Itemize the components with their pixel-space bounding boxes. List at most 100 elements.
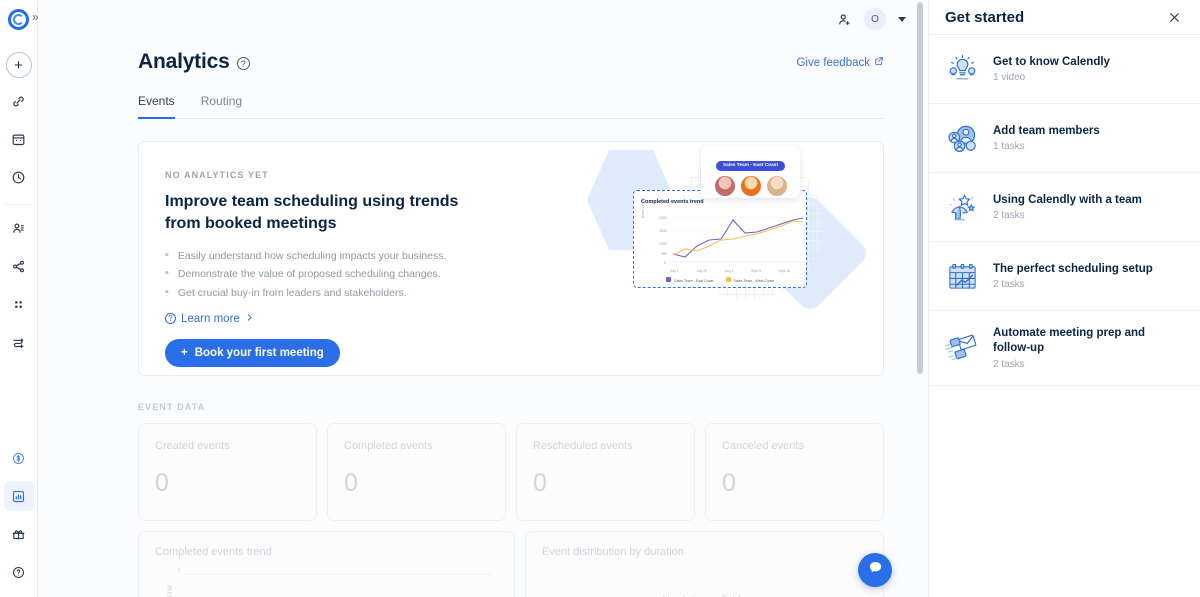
- page-title: Analytics: [138, 50, 230, 73]
- bar-chart-icon: [11, 489, 26, 504]
- x-tick: Aug 1: [724, 269, 734, 273]
- tab-events[interactable]: Events: [138, 94, 175, 119]
- event-distribution-card: Event distribution by duration No data a…: [525, 531, 884, 597]
- chat-bubble-button[interactable]: [858, 553, 892, 587]
- empty-state-illustration: Completed events trend Event Volume 2000…: [569, 142, 883, 375]
- sidebar-item-meetings[interactable]: [4, 124, 34, 154]
- add-user-icon[interactable]: [837, 12, 852, 27]
- get-started-item-add-team-members[interactable]: Add team members 1 tasks: [929, 104, 1200, 173]
- get-started-item-text: Using Calendly with a team 2 tasks: [993, 193, 1142, 222]
- team-chip: Sales Team - East Coast: [715, 160, 786, 171]
- chevron-down-icon[interactable]: [898, 16, 906, 22]
- people-icon: [11, 221, 26, 236]
- give-feedback-link[interactable]: Give feedback: [796, 56, 884, 69]
- benefit-text: Demonstrate the value of proposed schedu…: [177, 268, 441, 281]
- svg-text:500: 500: [661, 252, 667, 256]
- lightbulb-icon: [945, 53, 980, 86]
- give-feedback-label: Give feedback: [796, 56, 870, 69]
- stat-label: Canceled events: [722, 440, 804, 452]
- get-started-item-text: Get to know Calendly 1 video: [993, 55, 1110, 84]
- learn-more-link[interactable]: ? Learn more: [165, 313, 569, 325]
- sidebar-item-billing[interactable]: [4, 443, 34, 473]
- get-started-panel: Get started Get to know Calendly 1 video…: [928, 0, 1200, 597]
- empty-state-title: Improve team scheduling using trends fro…: [165, 193, 459, 233]
- sidebar-item-routing[interactable]: [4, 251, 34, 281]
- sidebar-item-integrations[interactable]: [4, 289, 34, 319]
- left-nav-rail: » +: [0, 0, 39, 597]
- stat-card-rescheduled-events: Rescheduled events 0: [516, 423, 695, 521]
- benefit-text: Get crucial buy-in from leaders and stak…: [177, 286, 407, 299]
- x-tick: Sept 6: [751, 269, 761, 273]
- legend-entry: Sales Team - East Coast: [666, 277, 714, 283]
- bullet-icon: ▪: [165, 267, 169, 280]
- close-icon[interactable]: [1167, 10, 1182, 25]
- panel-title: Get started: [945, 8, 1025, 26]
- trend-chart-axes: 1 Event Volume: [155, 568, 514, 597]
- illustration-chart-plot: Event Volume 2000 1500 1000 500 0: [641, 197, 805, 268]
- sidebar-item-help[interactable]: [4, 557, 34, 587]
- create-button[interactable]: +: [5, 52, 32, 78]
- item-title: Get to know Calendly: [993, 55, 1110, 68]
- get-started-item-text: Automate meeting prep and follow-up 2 ta…: [993, 326, 1184, 370]
- panel-header: Get started: [929, 0, 1200, 35]
- avatar: [765, 175, 788, 197]
- stat-value: 0: [344, 469, 358, 497]
- svg-text:2000: 2000: [659, 216, 667, 220]
- item-title: Add team members: [993, 124, 1100, 137]
- main-scrollbar[interactable]: [917, 2, 923, 374]
- get-started-item-automate-meeting-prep[interactable]: Automate meeting prep and follow-up 2 ta…: [929, 311, 1200, 386]
- gridline: [185, 574, 492, 575]
- item-subtitle: 2 tasks: [993, 279, 1025, 291]
- item-subtitle: 1 video: [993, 72, 1026, 84]
- expand-sidebar-button[interactable]: »: [32, 11, 39, 23]
- external-link-icon: [874, 56, 884, 69]
- sidebar-item-availability[interactable]: [4, 162, 34, 192]
- tab-routing[interactable]: Routing: [201, 94, 242, 119]
- get-started-item-text: The perfect scheduling setup 2 tasks: [993, 262, 1153, 291]
- chevron-right-icon: [245, 313, 254, 325]
- y-axis-tick: 1: [177, 568, 181, 575]
- book-first-meeting-button[interactable]: + Book your first meeting: [165, 338, 340, 367]
- legend-label: Sales Team - West Coast: [733, 279, 774, 283]
- sidebar-item-workflows[interactable]: [4, 327, 34, 357]
- sidebar-item-event-types[interactable]: [4, 86, 34, 116]
- calendly-logo[interactable]: [7, 8, 31, 32]
- question-mark-icon[interactable]: ?: [236, 57, 250, 70]
- bullet-icon: ▪: [165, 285, 169, 298]
- rail-divider: [5, 204, 32, 205]
- avatar: [739, 175, 762, 197]
- svg-text:0: 0: [664, 261, 666, 265]
- empty-state-copy: NO ANALYTICS YET Improve team scheduling…: [139, 142, 569, 375]
- get-started-item-text: Add team members 1 tasks: [993, 124, 1100, 153]
- sidebar-item-refer[interactable]: [4, 519, 34, 549]
- avatar[interactable]: O: [864, 8, 886, 30]
- get-started-item-using-calendly-with-a-team[interactable]: Using Calendly with a team 2 tasks: [929, 173, 1200, 242]
- sidebar-item-analytics[interactable]: [3, 481, 34, 511]
- item-title: The perfect scheduling setup: [993, 262, 1153, 275]
- stat-card-canceled-events: Canceled events 0: [705, 423, 884, 521]
- clock-icon: [11, 170, 26, 185]
- benefit-text: Easily understand how scheduling impacts…: [177, 250, 447, 263]
- stat-label: Rescheduled events: [533, 440, 633, 452]
- avatar: [713, 175, 736, 197]
- team-avatars-card: Sales Team - East Coast: [701, 146, 800, 198]
- page-header: Analytics ? Give feedback: [138, 38, 884, 74]
- empty-state-card: NO ANALYTICS YET Improve team scheduling…: [138, 141, 884, 376]
- gift-icon: [11, 527, 26, 542]
- sidebar-item-contacts[interactable]: [4, 213, 34, 243]
- svg-text:1000: 1000: [659, 242, 667, 246]
- envelope-icon: [945, 331, 980, 364]
- item-subtitle: 2 tasks: [993, 210, 1025, 222]
- get-started-item-get-to-know-calendly[interactable]: Get to know Calendly 1 video: [929, 35, 1200, 104]
- app-root: » + O Analytics ? Give feedback Events R…: [0, 0, 1200, 597]
- list-item: ▪ Demonstrate the value of proposed sche…: [165, 267, 569, 282]
- illustration-y-axis-label: Event Volume: [641, 197, 645, 218]
- get-started-item-the-perfect-scheduling-setup[interactable]: The perfect scheduling setup 2 tasks: [929, 242, 1200, 311]
- x-tick: Sept 26: [778, 269, 791, 273]
- star-rocket-icon: [945, 191, 980, 224]
- stat-label: Created events: [155, 440, 230, 452]
- event-data-section-label: EVENT DATA: [138, 402, 206, 412]
- list-item: ▪ Get crucial buy-in from leaders and st…: [165, 286, 569, 301]
- top-bar: O: [38, 0, 928, 38]
- chart-title: Event distribution by duration: [542, 546, 684, 558]
